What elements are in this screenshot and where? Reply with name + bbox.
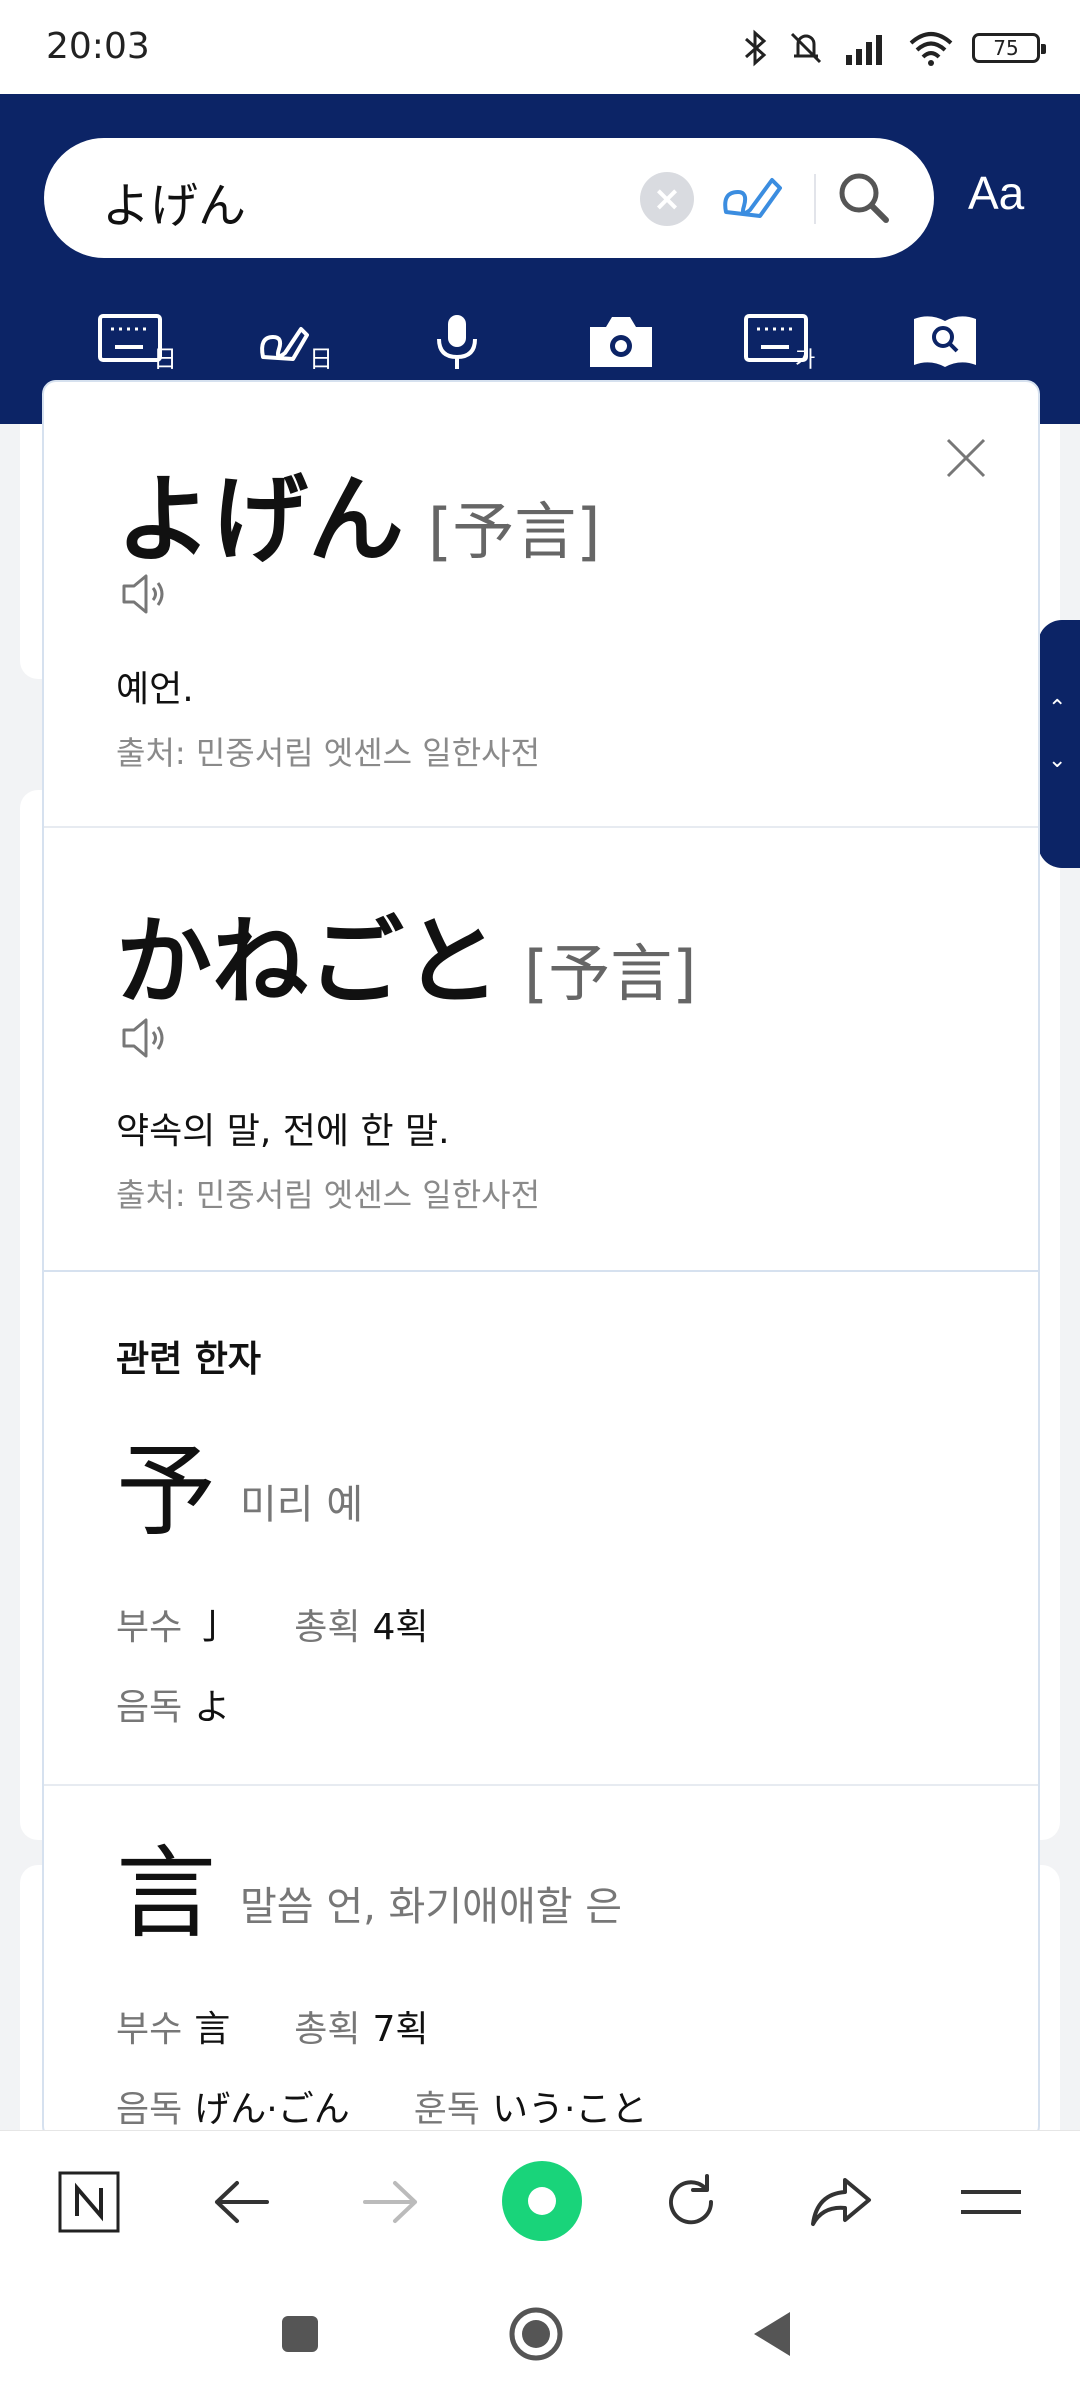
naver-home-icon[interactable] [54, 2167, 124, 2237]
headword-kanji: [予言] [524, 937, 697, 1010]
on-reading-value: げん·ごん [194, 2089, 350, 2130]
on-reading-value: よ [194, 1687, 231, 1728]
headword: かねごと [予言] [116, 884, 696, 1023]
hanja-char: 予 [116, 1433, 216, 1550]
radical-value: 亅 [194, 1607, 231, 1648]
strokes-label: 총획 [294, 2009, 361, 2050]
recents-icon[interactable] [270, 2304, 330, 2364]
hanja-radical-strokes: 부수 亅 총획 4획 [116, 1598, 429, 1650]
close-icon[interactable] [944, 436, 988, 480]
bluetooth-icon [745, 29, 767, 67]
svg-text:日: 日 [309, 345, 333, 369]
divider [44, 1270, 1038, 1272]
back-icon[interactable] [206, 2167, 276, 2237]
mute-icon [790, 32, 822, 64]
radical-label: 부수 [116, 2009, 183, 2050]
on-reading-label: 음독 [116, 1687, 183, 1728]
hanja-meaning: 말씀 언, 화기애애할 은 [240, 1884, 623, 1930]
dictionary-popup: よげん [予言] 예언. 출처: 민중서림 엣센스 일한사전 かねごと [予言] 약… [42, 380, 1040, 2140]
search-input[interactable]: よげん [102, 166, 246, 236]
handwriting-input-icon[interactable]: 日 [252, 306, 342, 376]
svg-text:가: 가 [795, 348, 815, 369]
microphone-icon[interactable] [412, 306, 502, 376]
camera-icon[interactable] [576, 306, 666, 376]
headword-kana: かねごと [116, 906, 500, 1018]
radical-label: 부수 [116, 1607, 183, 1648]
status-bar: 20:03 75 [0, 0, 1080, 94]
status-time: 20:03 [46, 26, 150, 67]
meaning-text: 예언. [116, 669, 194, 710]
chevron-up-icon[interactable]: ⌃ [1048, 696, 1066, 721]
handwriting-icon[interactable] [720, 166, 790, 230]
divider [44, 1784, 1038, 1786]
menu-icon[interactable] [956, 2167, 1026, 2237]
source-text: 출처: 민중서림 엣센스 일한사전 [116, 1176, 541, 1214]
speaker-icon[interactable] [120, 1014, 168, 1062]
headword: よげん [予言] [116, 442, 600, 581]
search-header: よげん × Aa 日 日 가 [0, 94, 1080, 424]
hanja-reading: 음독 よ [116, 1678, 230, 1730]
chevron-down-icon[interactable]: ⌄ [1048, 748, 1066, 773]
svg-text:日: 日 [153, 345, 177, 369]
input-tools: 日 日 가 [0, 306, 1080, 386]
japanese-keyboard-icon[interactable]: 日 [92, 306, 182, 376]
strokes-value: 4획 [372, 1607, 429, 1648]
headword-kanji: [予言] [428, 495, 601, 568]
refresh-icon[interactable] [656, 2167, 726, 2237]
hanja-item[interactable]: 予 미리 예 [116, 1442, 363, 1542]
dictionary-search-icon[interactable] [900, 306, 990, 376]
meaning-text: 약속의 말, 전에 한 말. [116, 1111, 450, 1152]
scroll-nav-tab[interactable]: ⌃ ⌄ [1038, 620, 1080, 868]
browser-toolbar [0, 2130, 1080, 2270]
wifi-icon [909, 32, 953, 66]
kun-reading-label: 훈독 [413, 2089, 480, 2130]
headword-kana: よげん [116, 464, 404, 576]
status-icons: 75 [744, 26, 1046, 70]
forward-icon[interactable] [356, 2167, 426, 2237]
divider [44, 826, 1038, 828]
kun-reading-value: いう·こと [491, 2089, 648, 2130]
hanja-meaning: 미리 예 [240, 1482, 364, 1528]
strokes-value: 7획 [372, 2009, 429, 2050]
battery-icon: 75 [972, 33, 1046, 63]
search-box[interactable]: よげん × [44, 138, 934, 258]
source-text: 출처: 민중서림 엣센스 일한사전 [116, 734, 541, 772]
strokes-label: 총획 [294, 1607, 361, 1648]
hanja-radical-strokes: 부수 言 총획 7획 [116, 2000, 429, 2052]
radical-value: 言 [194, 2009, 231, 2050]
korean-keyboard-icon[interactable]: 가 [738, 306, 828, 376]
hanja-item[interactable]: 言 말씀 언, 화기애애할 은 [116, 1844, 622, 1944]
related-hanja-title: 관련 한자 [116, 1339, 262, 1380]
clear-button[interactable]: × [640, 172, 694, 226]
search-icon[interactable] [832, 166, 896, 230]
back-nav-icon[interactable] [744, 2304, 804, 2364]
green-dot-menu-icon[interactable] [500, 2159, 584, 2243]
speaker-icon[interactable] [120, 570, 168, 618]
signal-icon [846, 35, 882, 65]
on-reading-label: 음독 [116, 2089, 183, 2130]
hanja-reading: 음독 げん·ごん 훈독 いう·こと [116, 2080, 647, 2132]
search-divider [814, 174, 816, 224]
home-icon[interactable] [506, 2304, 566, 2364]
share-icon[interactable] [806, 2167, 876, 2237]
font-size-button[interactable]: Aa [968, 166, 1024, 220]
system-nav-bar [0, 2270, 1080, 2400]
hanja-char: 言 [116, 1835, 216, 1952]
